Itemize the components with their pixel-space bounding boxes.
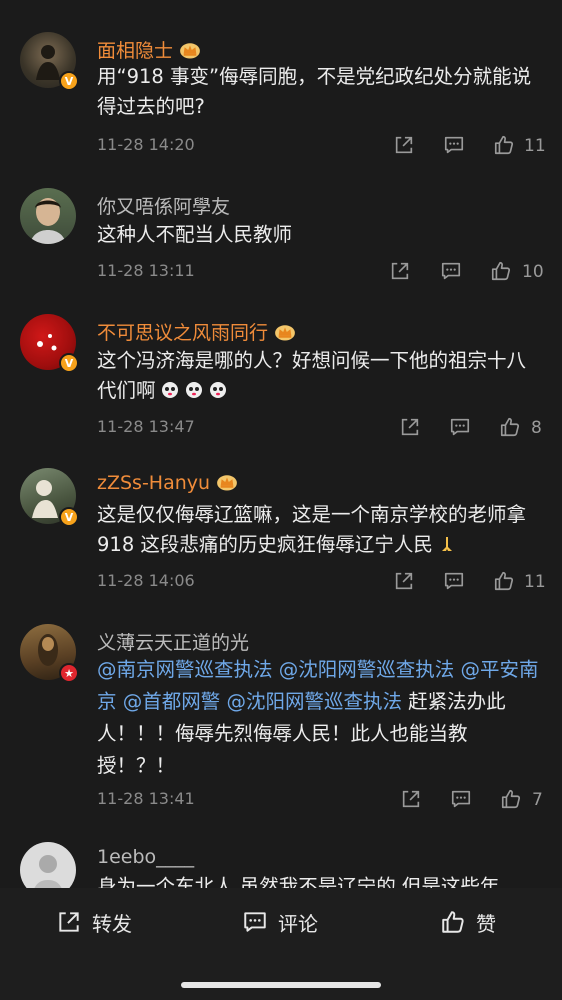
like-count: 11 (524, 136, 546, 156)
thumbs-up-icon[interactable] (493, 570, 515, 594)
like-count: 8 (531, 418, 542, 438)
username[interactable]: 1eebo____ (97, 846, 194, 868)
timestamp: 11-28 13:11 (97, 261, 195, 280)
like-count: 7 (532, 790, 543, 810)
share-icon[interactable] (393, 570, 415, 594)
avatar[interactable]: V (20, 468, 79, 527)
emoji-icon (161, 382, 178, 398)
verified-badge-icon: V (59, 507, 79, 527)
avatar[interactable] (20, 188, 76, 244)
username[interactable]: 不可思议之风雨同行 (97, 318, 296, 345)
comment-meta: 11-28 13:47 8 (97, 416, 547, 440)
avatar-image (30, 198, 66, 244)
share-icon[interactable] (393, 134, 415, 158)
thumbs-up-icon (440, 909, 466, 935)
crown-icon (274, 323, 296, 341)
comment-meta: 11-28 13:41 7 (97, 788, 547, 812)
share-icon[interactable] (400, 788, 422, 812)
emoji-icon (185, 382, 202, 398)
comment-label: 评论 (278, 911, 318, 936)
comment-text: 用“918 事变”侮辱同胞，不是党纪政纪处分就能说得过去的吧? (97, 65, 532, 118)
comment-meta: 11-28 14:06 11 (97, 570, 547, 594)
thumbs-up-icon[interactable] (500, 788, 522, 812)
comment-meta: 11-28 14:20 11 (97, 134, 547, 158)
avatar[interactable]: V (20, 314, 79, 373)
verified-badge-icon: V (59, 71, 79, 91)
avatar[interactable]: V (20, 32, 79, 91)
comment-icon[interactable] (443, 570, 465, 594)
mention-link[interactable]: @沈阳网警巡查执法 (279, 658, 455, 681)
like-button[interactable]: 赞 (440, 908, 496, 936)
username[interactable]: 义薄云天正道的光 (97, 628, 249, 655)
mention-link[interactable]: @南京网警巡查执法 (97, 658, 273, 681)
comment-text: @南京网警巡查执法 @沈阳网警巡查执法 @平安南京 @首都网警 @沈阳网警巡查执… (97, 658, 539, 777)
crown-icon (216, 473, 238, 491)
thumbs-up-icon[interactable] (493, 134, 515, 158)
comment-icon[interactable] (450, 788, 472, 812)
timestamp: 11-28 14:06 (97, 571, 195, 590)
share-icon (56, 909, 82, 935)
like-count: 11 (524, 572, 546, 592)
pray-emoji-icon (441, 537, 452, 551)
username[interactable]: 面相隐士 (97, 36, 201, 63)
like-count: 10 (522, 262, 544, 282)
crown-icon (179, 41, 201, 59)
comment-icon (242, 909, 268, 935)
home-indicator (181, 982, 381, 988)
comment-icon[interactable] (443, 134, 465, 158)
verified-badge-icon: V (59, 353, 79, 373)
comment-text: 这种人不配当人民教师 (97, 223, 293, 246)
comment-feed: V 面相隐士 用“918 事变”侮辱同胞，不是党纪政纪处分就能说得过去的吧? 1… (0, 0, 562, 888)
like-label: 赞 (476, 911, 496, 936)
timestamp: 11-28 14:20 (97, 135, 195, 154)
repost-button[interactable]: 转发 (56, 908, 132, 936)
comment-icon[interactable] (440, 260, 462, 284)
username[interactable]: zZSs-Hanyu (97, 472, 238, 494)
comment-icon[interactable] (449, 416, 471, 440)
username[interactable]: 你又唔係阿學友 (97, 192, 230, 219)
repost-label: 转发 (92, 911, 132, 936)
mention-link[interactable]: @首都网警 (123, 690, 221, 713)
avatar[interactable]: ★ (20, 624, 79, 683)
verified-badge-icon: ★ (59, 663, 79, 683)
comment-text: 这个冯济海是哪的人？好想问候一下他的祖宗十八代们啊 (97, 349, 527, 402)
timestamp: 11-28 13:41 (97, 789, 195, 808)
share-icon[interactable] (399, 416, 421, 440)
mention-link[interactable]: @沈阳网警巡查执法 (226, 690, 402, 713)
timestamp: 11-28 13:47 (97, 417, 195, 436)
share-icon[interactable] (389, 260, 411, 284)
avatar-image (34, 855, 62, 888)
thumbs-up-icon[interactable] (499, 416, 521, 440)
comment-text: 身为一个东北人 虽然我不是辽宁的 但是这些年 (97, 875, 500, 888)
comment-button[interactable]: 评论 (242, 908, 318, 936)
avatar[interactable] (20, 842, 76, 888)
comment-meta: 11-28 13:11 10 (97, 260, 547, 284)
emoji-icon (209, 382, 226, 398)
thumbs-up-icon[interactable] (490, 260, 512, 284)
comment-text: 这是仅仅侮辱辽篮嘛，这是一个南京学校的老师拿 918 这段悲痛的历史疯狂侮辱辽宁… (97, 503, 527, 556)
